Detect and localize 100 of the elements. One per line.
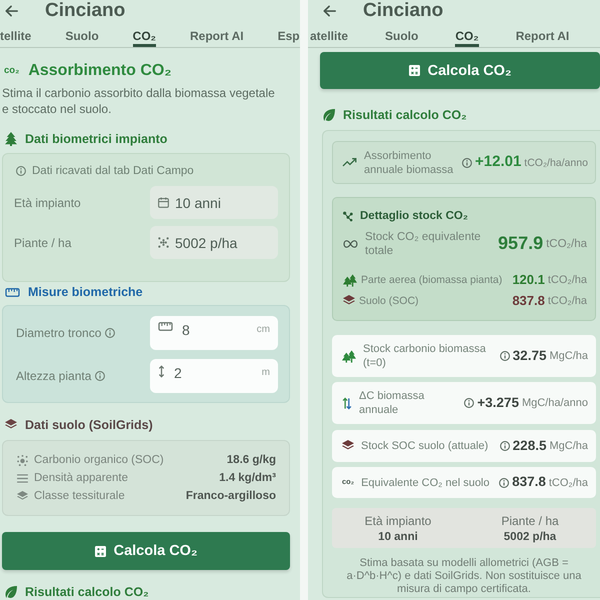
tab[interactable]: Suolo xyxy=(65,22,99,47)
layers-icon xyxy=(342,440,354,452)
calculator-icon xyxy=(408,65,420,76)
infinity-icon xyxy=(343,240,358,248)
unit-label: cm xyxy=(256,323,270,335)
note-text: Dati ricavati dal tab Dati Campo xyxy=(32,165,194,177)
layers-icon xyxy=(5,419,17,431)
dot-pattern-icon xyxy=(158,237,169,248)
info-icon[interactable] xyxy=(462,158,472,168)
info-icon[interactable] xyxy=(95,371,106,381)
section-heading: Dati suolo (SoilGrids) xyxy=(25,417,153,433)
description-text: Stima il carbonio assorbito dalla biomassa vegetale e stoccato nel suolo. xyxy=(2,85,276,117)
metric-unit: MgC/ha xyxy=(549,350,588,362)
leaf-icon xyxy=(323,109,335,121)
section-heading: Misure biometriche xyxy=(28,284,143,300)
screen-title: Cinciano xyxy=(45,0,126,22)
lines-icon xyxy=(17,474,28,482)
tab[interactable]: atellite xyxy=(310,22,348,47)
calculate-button[interactable]: Calcola CO₂ xyxy=(2,532,290,570)
metric-unit: tCO₂/ha xyxy=(548,274,587,286)
back-arrow-icon[interactable] xyxy=(323,5,336,17)
trend-up-icon xyxy=(342,158,357,167)
soil-value: 18.6 g/kg xyxy=(226,454,276,466)
ruler-icon xyxy=(5,288,20,296)
metric-unit: tCO₂/ha/anno xyxy=(524,156,588,168)
calculator-icon xyxy=(94,546,106,556)
metric-value: 228.5 xyxy=(512,438,546,454)
soil-value: Franco-argilloso xyxy=(186,490,276,502)
soil-label: Classe tessiturale xyxy=(34,490,126,502)
co2-icon: co₂ xyxy=(4,66,20,76)
up-down-arrow-icon xyxy=(158,365,165,378)
footnote-text: Stima basata su modelli allometrici (AGB = a·D^b·H^c) e dati SoilGrids. Non sostituisce una misura di campo certificata. xyxy=(346,557,582,596)
back-arrow-icon[interactable] xyxy=(5,5,18,17)
metric-value: 837.8 xyxy=(512,475,546,490)
metric-value: 837.8 xyxy=(512,294,545,308)
summary-value: 5002 p/ha xyxy=(504,530,556,544)
metric-value: +12.01 xyxy=(475,154,522,171)
info-icon[interactable] xyxy=(105,328,116,338)
soil-label: Carbonio organico (SOC) xyxy=(34,454,165,466)
info-icon xyxy=(16,166,26,176)
dot-cluster-icon xyxy=(17,454,28,466)
metric-label: Stock CO₂ equivalente totale xyxy=(365,230,482,258)
tab[interactable]: Esp xyxy=(278,22,300,47)
metric-label: Parte aerea (biomassa pianta) xyxy=(361,273,504,287)
tab[interactable]: CO₂ xyxy=(455,22,479,47)
metric-value: 957.9 xyxy=(498,234,544,254)
tab[interactable]: Suolo xyxy=(385,22,418,47)
tab[interactable]: Report AI xyxy=(516,22,570,47)
section-title: Assorbimento CO₂ xyxy=(28,62,172,80)
nodes-icon xyxy=(343,210,353,222)
metric-unit: MgC/ha xyxy=(549,440,588,452)
leaf-icon xyxy=(5,586,17,598)
calendar-icon xyxy=(158,197,169,208)
metric-unit: tCO₂/ha xyxy=(546,238,587,250)
info-icon[interactable] xyxy=(499,478,510,488)
metric-label: Suolo (SOC) xyxy=(359,294,420,308)
metric-value: +3.275 xyxy=(477,396,519,410)
tab[interactable]: tellite xyxy=(0,22,32,47)
soil-value: 1.4 kg/dm³ xyxy=(219,472,276,484)
pine-trees-icon xyxy=(342,350,356,362)
metric-value: 32.75 xyxy=(512,348,546,364)
metric-label: ΔC biomassa annuale xyxy=(359,389,426,417)
metric-label: Equivalente CO₂ nel suolo xyxy=(361,476,490,490)
readonly-field: 10 anni xyxy=(150,186,278,219)
field-label: Età impianto xyxy=(14,196,81,210)
soil-label: Densità apparente xyxy=(34,472,129,484)
tab[interactable]: Report AI xyxy=(190,22,244,47)
metric-unit: MgC/ha/anno xyxy=(522,397,588,409)
summary-value: 10 anni xyxy=(378,530,418,544)
metric-label: Assorbimento annuale biomassa xyxy=(364,148,454,176)
tab[interactable]: CO₂ xyxy=(132,22,156,47)
section-heading: Dati biometrici impianto xyxy=(25,131,168,147)
field-label: Piante / ha xyxy=(14,236,72,250)
pine-tree-icon xyxy=(5,132,17,146)
calculate-button[interactable]: Calcola CO₂ xyxy=(320,52,600,89)
input-field[interactable]: 2 m xyxy=(150,359,278,393)
screen-title: Cinciano xyxy=(363,0,444,22)
summary-label: Piante / ha xyxy=(501,514,559,528)
readonly-field: 5002 p/ha xyxy=(150,226,278,259)
metric-value: 120.1 xyxy=(512,272,545,288)
metric-label: Stock SOC suolo (attuale) xyxy=(361,439,490,453)
field-label: Altezza pianta xyxy=(16,369,92,383)
section-heading: Risultati calcolo CO₂ xyxy=(25,584,149,600)
summary-label: Età impianto xyxy=(364,514,432,528)
card-title: Dettaglio stock CO₂ xyxy=(360,210,468,222)
up-down-arrows-icon xyxy=(342,396,352,410)
unit-label: m xyxy=(262,366,270,378)
info-icon[interactable] xyxy=(500,441,510,451)
info-icon[interactable] xyxy=(500,351,510,361)
ruler-icon xyxy=(158,322,173,331)
section-heading: Risultati calcolo CO₂ xyxy=(343,107,467,123)
input-field[interactable]: 8 cm xyxy=(150,316,278,350)
layers-icon xyxy=(343,295,355,307)
layers-icon xyxy=(17,490,28,502)
metric-unit: tCO₂/ha xyxy=(548,294,587,307)
metric-unit: tCO₂/ha xyxy=(548,476,588,488)
pine-trees-icon xyxy=(343,274,357,286)
info-icon[interactable] xyxy=(464,398,474,408)
metric-label: Stock carbonio biomassa (t=0) xyxy=(363,342,487,370)
field-label: Diametro tronco xyxy=(16,326,102,340)
